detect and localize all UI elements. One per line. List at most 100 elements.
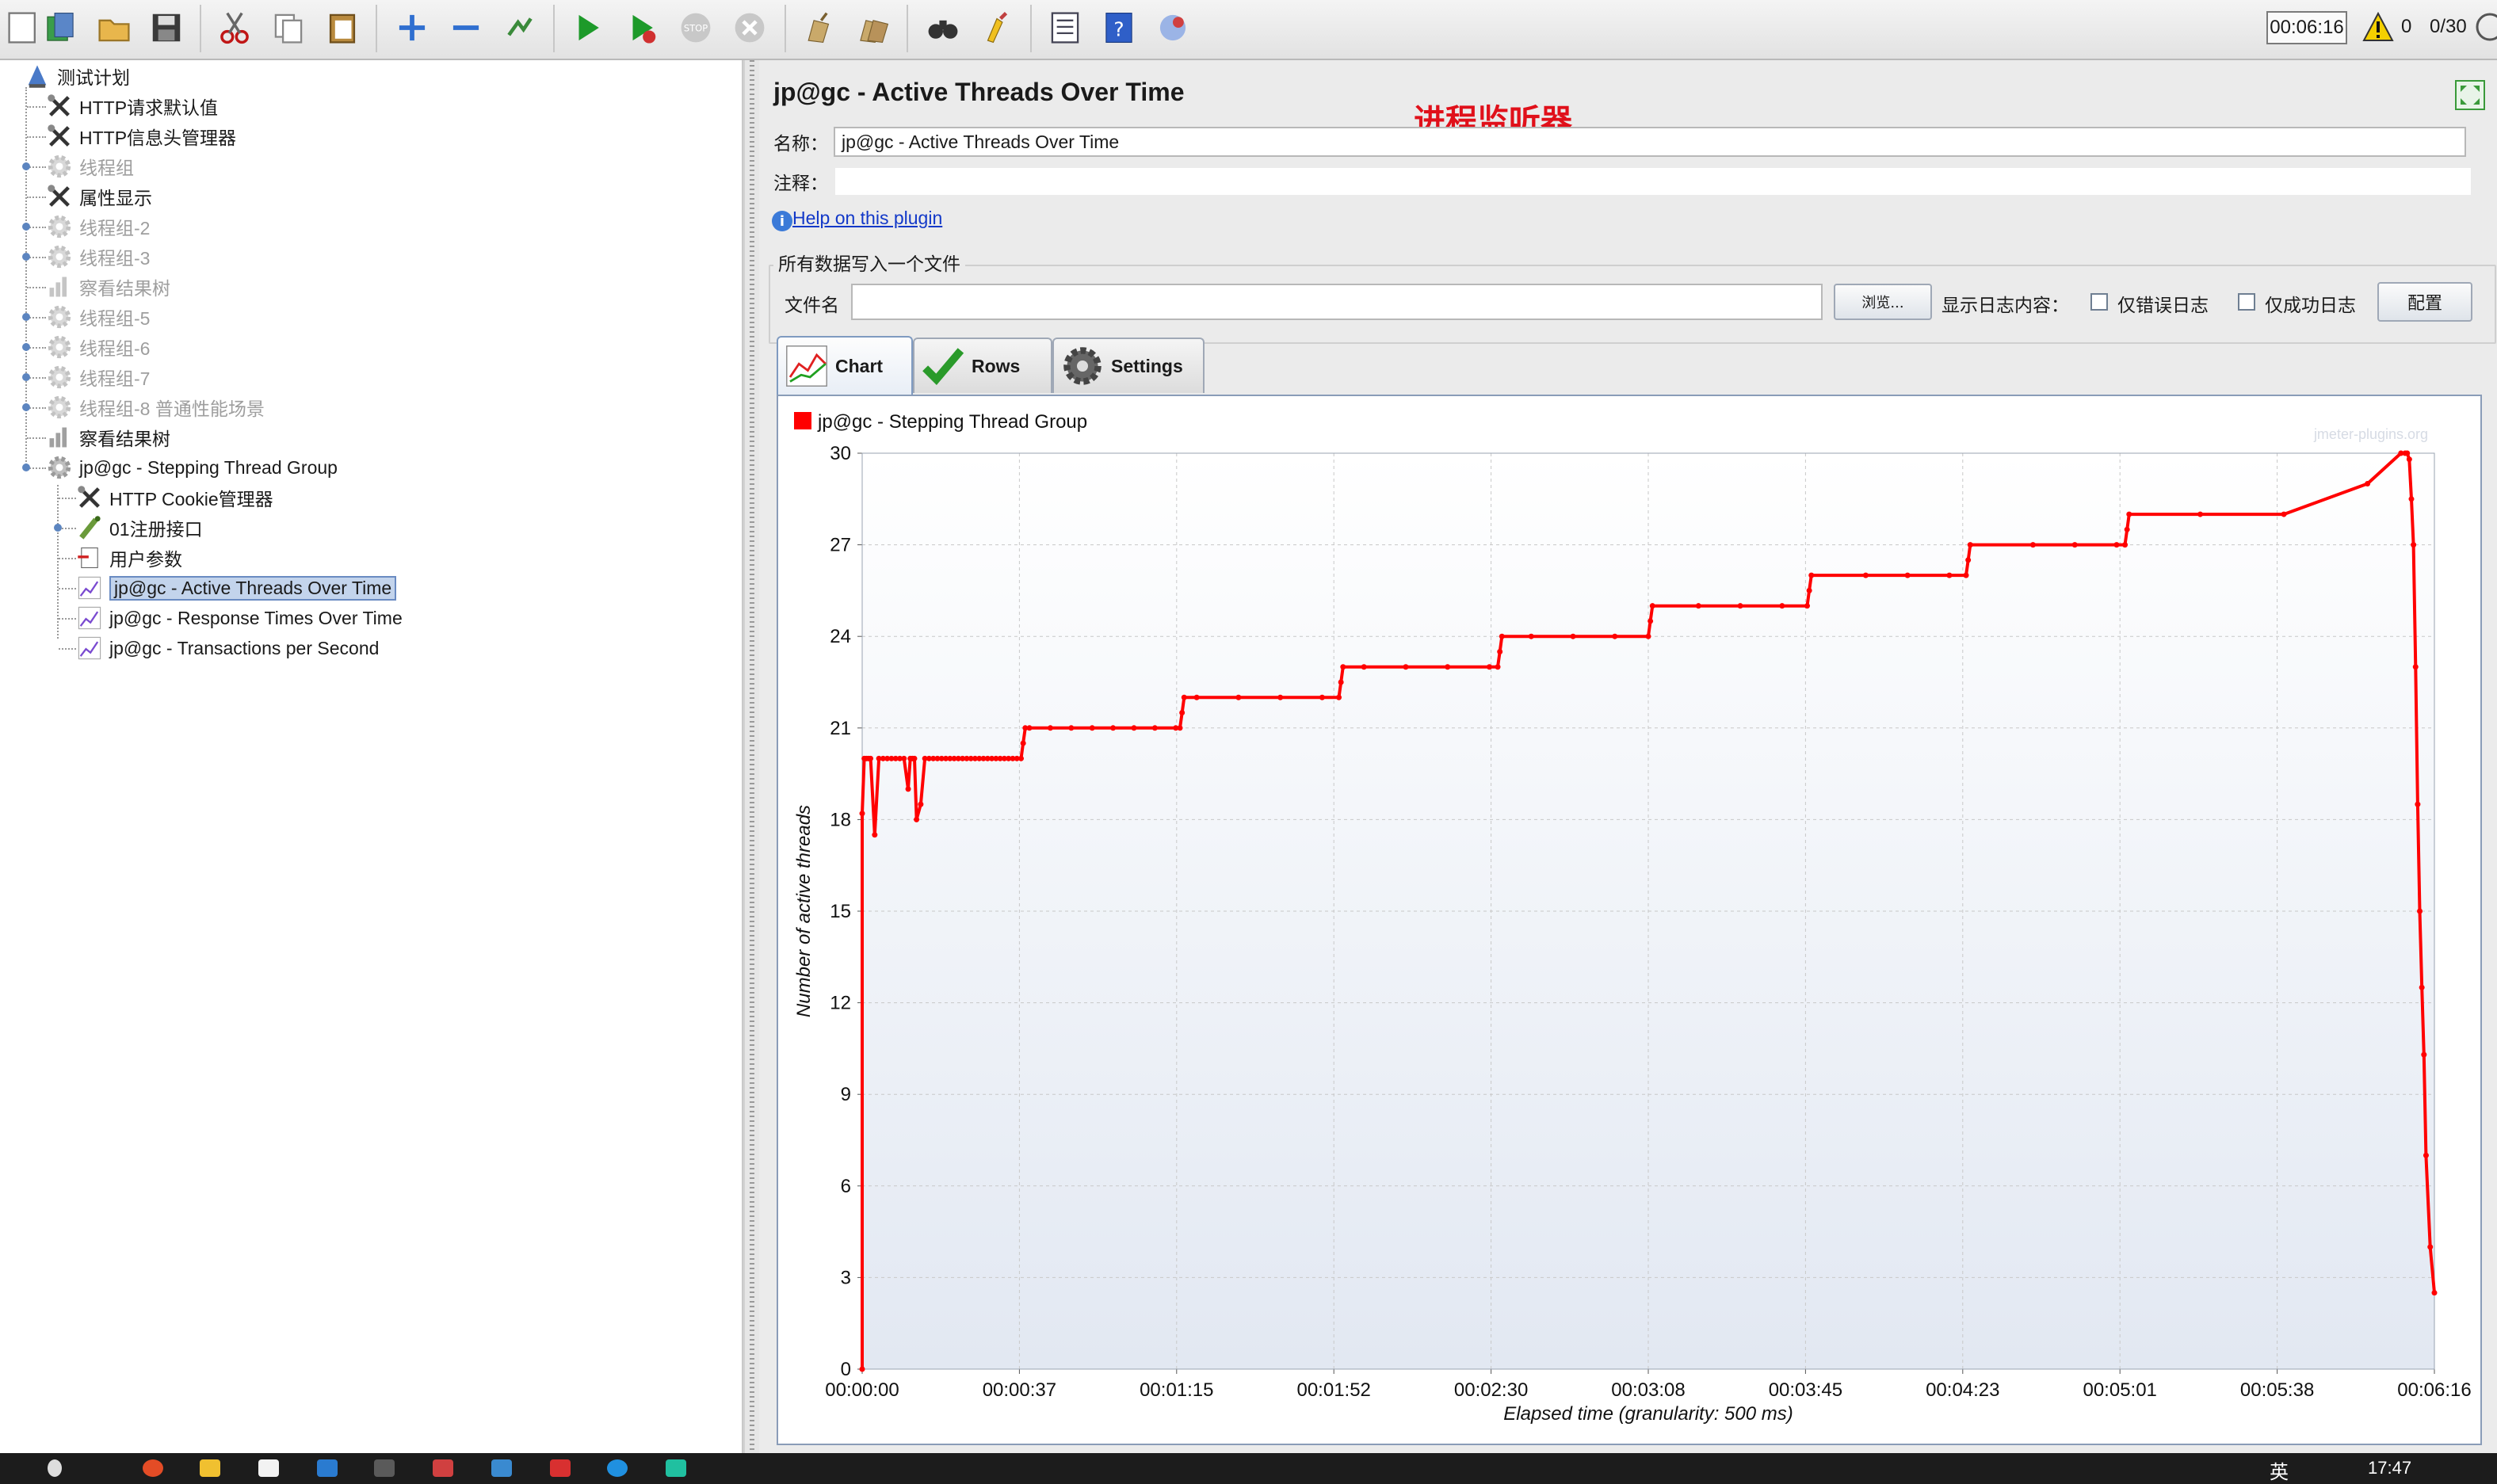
data-point (1647, 618, 1654, 624)
toggle-icon[interactable] (496, 3, 544, 52)
tree-item-label: 01注册接口 (109, 519, 203, 540)
clear-icon[interactable] (796, 3, 843, 52)
paste-icon[interactable] (319, 3, 366, 52)
help-link[interactable]: Help on this plugin (792, 208, 942, 229)
expand-toggle-icon[interactable] (22, 313, 30, 321)
expand-toggle-icon[interactable] (22, 403, 30, 411)
tree-item[interactable]: jp@gc - Response Times Over Time (76, 604, 403, 632)
tree-connector (27, 136, 46, 138)
tree-item[interactable]: 用户参数 (76, 544, 182, 572)
tree-item[interactable]: HTTP Cookie管理器 (76, 483, 273, 512)
tree-item[interactable]: 线程组-2 (46, 212, 150, 241)
tree-item[interactable]: 线程组-3 (46, 242, 150, 271)
save-icon[interactable] (143, 3, 190, 52)
open-folder-icon[interactable] (90, 3, 138, 52)
folder-icon[interactable] (200, 1459, 220, 1477)
gear-icon (46, 454, 73, 481)
preprocessor-icon (76, 544, 103, 571)
data-point (1612, 633, 1618, 639)
jmeter-icon[interactable] (433, 1459, 453, 1477)
tree-item[interactable]: 线程组-6 (46, 333, 150, 361)
data-point (914, 816, 920, 822)
filename-input[interactable] (851, 284, 1823, 320)
tree-item[interactable]: 察看结果树 (46, 423, 170, 452)
app-icon[interactable] (607, 1459, 628, 1477)
expand-toggle-icon[interactable] (22, 373, 30, 381)
search-icon[interactable] (919, 3, 967, 52)
x-tick-label: 00:02:30 (1454, 1379, 1528, 1401)
configure-button[interactable]: 配置 (2377, 282, 2472, 322)
comment-row: 注释： (773, 166, 2472, 196)
stop-icon[interactable]: STOP (672, 3, 720, 52)
data-point (1649, 603, 1655, 609)
errors-only-checkbox[interactable] (2090, 293, 2108, 311)
expand-toggle-icon[interactable] (22, 464, 30, 471)
tab-rows[interactable]: Rows (913, 338, 1052, 393)
browse-button[interactable]: 浏览... (1834, 284, 1932, 320)
tree-item[interactable]: jp@gc - Active Threads Over Time (76, 574, 397, 602)
gear-icon (46, 153, 73, 180)
wrench-icon (46, 93, 73, 120)
remote-icon[interactable] (1149, 3, 1197, 52)
graph-icon (76, 605, 103, 631)
templates-icon[interactable] (36, 3, 84, 52)
panel-splitter[interactable] (743, 60, 759, 1453)
expand-toggle-icon[interactable] (22, 253, 30, 261)
tree-item[interactable]: 属性显示 (46, 182, 152, 211)
tree-item[interactable]: 线程组-8 普通性能场景 (46, 393, 265, 422)
app-icon[interactable] (317, 1459, 338, 1477)
panel-title: jp@gc - Active Threads Over Time (773, 78, 1185, 106)
expand-toggle-icon[interactable] (22, 162, 30, 170)
ime-indicator[interactable]: 英 (2270, 1456, 2289, 1484)
copy-icon[interactable] (265, 3, 312, 52)
tree-item[interactable]: 测试计划 (24, 62, 130, 90)
tree-item[interactable]: 线程组-7 (46, 363, 150, 391)
tree-item[interactable]: jp@gc - Stepping Thread Group (46, 453, 338, 482)
tab-settings[interactable]: Settings (1052, 338, 1205, 393)
data-point (868, 755, 874, 761)
help-icon[interactable]: ? (1095, 3, 1143, 52)
data-point (2071, 542, 2078, 548)
name-field[interactable]: jp@gc - Active Threads Over Time (834, 127, 2466, 157)
tree-item[interactable]: jp@gc - Transactions per Second (76, 634, 379, 662)
data-point (1068, 725, 1075, 731)
y-tick-label: 15 (830, 901, 851, 922)
browser-icon[interactable] (143, 1459, 163, 1477)
cut-icon[interactable] (211, 3, 258, 52)
tree-item-label: jp@gc - Stepping Thread Group (79, 456, 338, 478)
expand-toggle-icon[interactable] (22, 223, 30, 231)
search-icon[interactable] (48, 1459, 62, 1477)
data-point (2281, 511, 2287, 517)
success-only-checkbox[interactable] (2238, 293, 2255, 311)
tree-item[interactable]: HTTP请求默认值 (46, 92, 218, 120)
test-plan-tree: 测试计划 HTTP请求默认值 HTTP信息头管理器 线程组 属性显示 线程组-2 线程组-3… (0, 60, 743, 1453)
y-tick-label: 21 (830, 718, 851, 739)
expand-toggle-icon[interactable] (22, 343, 30, 351)
typora-icon[interactable] (258, 1459, 279, 1477)
name-row: 名称： jp@gc - Active Threads Over Time (773, 127, 2466, 157)
active-thread-ratio: 0/30 (2430, 16, 2467, 37)
shutdown-icon[interactable] (726, 3, 773, 52)
terminal-icon[interactable] (374, 1459, 395, 1477)
collapse-all-icon[interactable] (442, 3, 490, 52)
start-no-pauses-icon[interactable] (618, 3, 666, 52)
tree-item[interactable]: 察看结果树 (46, 273, 170, 301)
app-icon[interactable] (666, 1459, 686, 1477)
tree-item[interactable]: HTTP信息头管理器 (46, 122, 236, 151)
tab-chart[interactable]: Chart (777, 336, 913, 395)
warning-icon[interactable] (2361, 11, 2395, 43)
filename-label: 文件名 (785, 296, 839, 316)
function-helper-icon[interactable] (1041, 3, 1089, 52)
xmind-icon[interactable] (550, 1459, 571, 1477)
comment-field[interactable] (834, 166, 2472, 196)
tree-item[interactable]: 线程组-5 (46, 303, 150, 331)
start-icon[interactable] (564, 3, 612, 52)
expand-all-icon[interactable] (388, 3, 436, 52)
tree-item[interactable]: 线程组 (46, 152, 134, 181)
clear-all-icon[interactable] (850, 3, 897, 52)
tree-item[interactable]: 01注册接口 (76, 513, 203, 542)
expand-toggle-icon[interactable] (54, 524, 62, 532)
maximize-icon[interactable] (2454, 79, 2486, 111)
reset-search-icon[interactable] (973, 3, 1021, 52)
app-icon[interactable] (491, 1459, 512, 1477)
